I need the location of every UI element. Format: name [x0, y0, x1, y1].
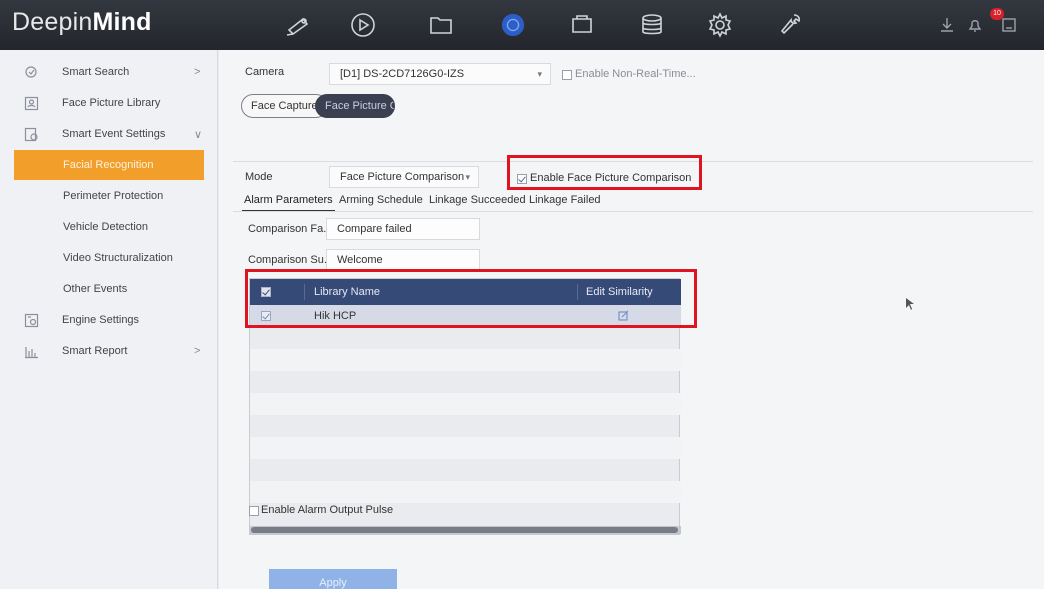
mode-value: Face Picture Comparison [340, 171, 465, 183]
camera-label: Camera [245, 66, 285, 78]
screen: DeepinMind 10 Smart Search > Face Pictur… [0, 0, 1044, 589]
sidebar-item-label: Engine Settings [62, 314, 140, 326]
enable-non-realtime-label: Enable Non-Real-Time... [575, 68, 696, 80]
main-panel: Camera [D1] DS-2CD7126G0-IZS ▾ Enable No… [219, 50, 1044, 589]
tab-face-picture-comparison[interactable]: Face Picture C... [315, 94, 395, 118]
event-settings-icon [24, 127, 38, 141]
sidebar-item-label: Face Picture Library [62, 97, 161, 109]
sidebar-item-label: Smart Search [62, 66, 130, 78]
sidebar-item-label: Smart Event Settings [62, 128, 166, 140]
configuration-icon[interactable] [565, 10, 599, 40]
sidebar-item-facial-recognition[interactable]: Facial Recognition [14, 150, 204, 180]
camera-value: [D1] DS-2CD7126G0-IZS [340, 68, 465, 80]
alarm-bell-icon[interactable] [966, 16, 984, 34]
sidebar-item-video-structuralization[interactable]: Video Structuralization [0, 243, 218, 273]
live-view-icon[interactable] [280, 10, 314, 40]
empty-row [250, 393, 681, 415]
sidebar-item-smart-search[interactable]: Smart Search > [0, 57, 218, 87]
enable-non-realtime-checkbox[interactable] [562, 70, 572, 80]
apply-button[interactable]: Apply [269, 569, 397, 589]
engine-settings-icon [24, 313, 39, 327]
file-icon[interactable] [424, 10, 458, 40]
camera-select[interactable]: [D1] DS-2CD7126G0-IZS ▾ [329, 63, 551, 85]
dropdown-caret-icon: ▾ [465, 172, 470, 182]
storage-icon[interactable] [635, 10, 669, 40]
smart-search-icon [25, 65, 37, 78]
tab-linkage-succeeded[interactable]: Linkage Succeeded [429, 194, 526, 206]
face-library-icon [24, 96, 39, 110]
tab-arming-schedule[interactable]: Arming Schedule [339, 194, 423, 206]
sidebar-item-label: Perimeter Protection [63, 190, 164, 202]
sidebar-item-vehicle-detection[interactable]: Vehicle Detection [0, 212, 218, 242]
sidebar-item-label: Video Structuralization [63, 252, 173, 264]
mode-label: Mode [245, 171, 273, 183]
empty-row [250, 481, 681, 503]
download-icon[interactable] [938, 16, 956, 34]
sidebar-item-label: Smart Report [62, 345, 128, 357]
mouse-cursor-icon [906, 298, 914, 310]
task-icon[interactable] [1000, 16, 1018, 34]
sidebar-item-smart-event-settings[interactable]: Smart Event Settings ∨ [0, 119, 218, 149]
sidebar-item-smart-report[interactable]: Smart Report > [0, 336, 218, 366]
brand-logo: DeepinMind [12, 8, 152, 36]
tab-linkage-failed[interactable]: Linkage Failed [529, 194, 601, 206]
top-bar: DeepinMind 10 [0, 0, 1044, 50]
sidebar-item-label: Other Events [63, 283, 128, 295]
empty-row [250, 437, 681, 459]
comparison-success-label: Comparison Su... [248, 254, 333, 266]
dropdown-caret-icon: ▾ [537, 69, 542, 79]
comparison-success-input[interactable]: Welcome [326, 249, 480, 271]
chevron-down-icon: ∨ [194, 128, 203, 141]
chevron-right-icon: > [194, 66, 201, 78]
smart-report-icon [25, 346, 38, 358]
smart-analysis-icon[interactable] [496, 10, 530, 40]
playback-icon[interactable] [346, 10, 380, 40]
system-settings-icon[interactable] [703, 10, 737, 40]
empty-row [250, 349, 681, 371]
sidebar-item-perimeter-protection[interactable]: Perimeter Protection [0, 181, 218, 211]
sidebar-item-label: Vehicle Detection [63, 221, 148, 233]
tabs-divider [233, 211, 1033, 212]
comparison-failed-input[interactable]: Compare failed [326, 218, 480, 240]
highlight-box [245, 269, 697, 328]
sidebar-item-other-events[interactable]: Other Events [0, 274, 218, 304]
scrollbar-thumb[interactable] [251, 527, 678, 533]
sidebar-item-engine-settings[interactable]: Engine Settings [0, 305, 218, 335]
tab-alarm-parameters[interactable]: Alarm Parameters [242, 194, 335, 212]
enable-alarm-pulse-label: Enable Alarm Output Pulse [261, 504, 394, 516]
sidebar-item-label: Facial Recognition [63, 159, 154, 171]
sidebar: Smart Search > Face Picture Library Smar… [0, 50, 218, 589]
enable-alarm-pulse-checkbox[interactable] [249, 506, 259, 516]
mode-select[interactable]: Face Picture Comparison ▾ [329, 166, 479, 188]
horizontal-scrollbar[interactable] [250, 526, 681, 534]
sidebar-item-face-library[interactable]: Face Picture Library [0, 88, 218, 118]
comparison-failed-label: Comparison Fa... [248, 223, 333, 235]
highlight-box [507, 155, 702, 190]
maintenance-icon[interactable] [773, 10, 807, 40]
chevron-right-icon: > [194, 345, 201, 357]
